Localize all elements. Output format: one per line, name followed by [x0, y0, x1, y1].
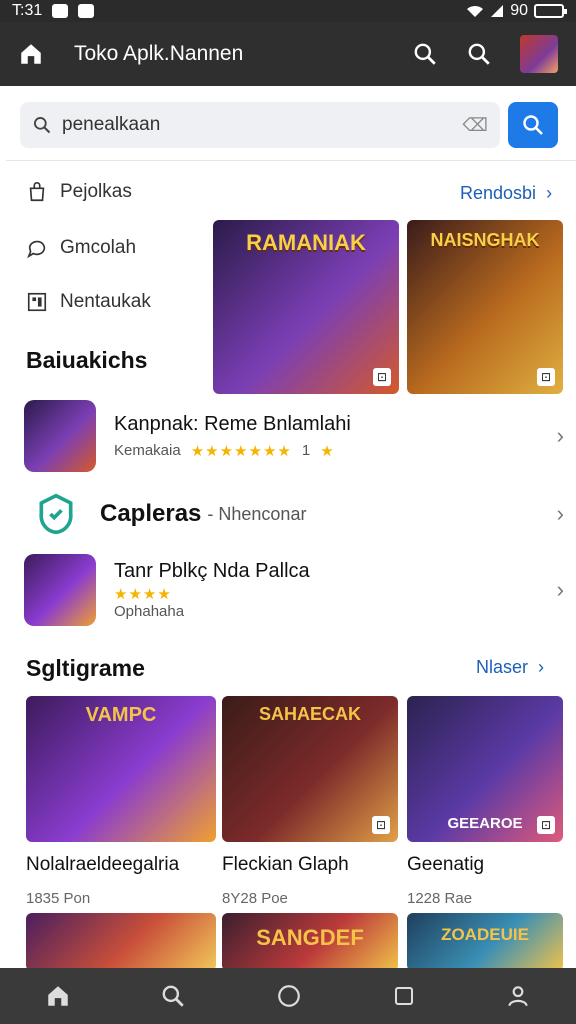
battery-percent: 90	[510, 2, 528, 19]
link-label: Nlaser	[476, 657, 529, 677]
search-row: penealkaan ⌫	[20, 102, 558, 150]
app-icon	[24, 400, 96, 472]
chevron-right-icon: ›	[556, 577, 564, 602]
category-item[interactable]: Gmcolah	[26, 237, 136, 259]
chevron-right-icon: ›	[538, 657, 545, 677]
app-icon	[24, 554, 96, 626]
bag-icon	[29, 182, 45, 202]
profile-icon[interactable]	[505, 983, 531, 1009]
game-art[interactable]	[26, 913, 216, 971]
bottom-nav	[0, 968, 576, 1024]
search-input[interactable]: penealkaan ⌫	[20, 102, 500, 148]
featured-tile[interactable]: RAMANIAK ⊡	[213, 220, 399, 394]
game-art: GEEAROE ⊡	[407, 696, 563, 842]
status-time: T:31	[12, 2, 43, 19]
app-name: Capleras	[100, 500, 202, 527]
game-name: Fleckian Glaph	[222, 854, 349, 875]
art-title: SANGDEF	[256, 925, 364, 950]
category-label: Nentaukak	[60, 291, 151, 312]
app-subtitle: Kemakaia	[114, 442, 181, 459]
list-item[interactable]: Capleras - Nhenconar ›	[24, 479, 564, 549]
list-item[interactable]: Tanr Pblkç Nda Pallca ★★★★ Ophahaha ›	[24, 554, 564, 626]
game-art: SAHAECAK ⊡	[222, 696, 398, 842]
art-title: ZOADEUIE	[441, 925, 529, 944]
art-title: SAHAECAK	[258, 704, 361, 724]
recommendations-link[interactable]: Rendosbi ›	[460, 183, 552, 204]
circle-icon[interactable]	[276, 983, 302, 1009]
home-icon[interactable]	[18, 41, 44, 67]
game-meta: 8Y28 Poe	[222, 890, 288, 907]
grid-icon	[27, 292, 47, 312]
game-card[interactable]: GEEAROE ⊡ Geenatig 1228 Rae	[407, 696, 563, 907]
app-title: Toko Aplk.Nannen	[74, 42, 244, 65]
notification-icon	[52, 4, 69, 18]
featured-tile[interactable]: NAISNGHAK ⊡	[407, 220, 563, 394]
search-icon-2[interactable]	[466, 41, 492, 67]
app-subtitle: - Nhenconar	[207, 503, 307, 524]
category-item[interactable]: Nentaukak	[26, 291, 151, 313]
game-name: Geenatig	[407, 854, 485, 875]
link-label: Rendosbi	[460, 183, 537, 203]
bookmark-icon[interactable]: ⊡	[372, 816, 390, 834]
rating-count: 1	[301, 442, 311, 459]
clear-icon[interactable]: ⌫	[463, 115, 488, 136]
tile-title: NAISNGHAK	[430, 230, 540, 250]
home-icon[interactable]	[45, 983, 71, 1009]
signal-icon	[491, 5, 504, 17]
game-meta: 1228 Rae	[407, 890, 473, 907]
rating-star-tail: ★	[320, 442, 335, 460]
art-title: VAMPC	[85, 704, 157, 726]
chevron-right-icon: ›	[556, 501, 564, 526]
app-subtitle: Ophahaha	[114, 603, 185, 620]
wifi-icon	[467, 5, 484, 17]
category-label: Gmcolah	[60, 237, 137, 258]
section-heading: Sgltigrame	[26, 655, 145, 681]
square-icon[interactable]	[392, 984, 416, 1008]
tile-title: RAMANIAK	[246, 230, 366, 255]
search-icon[interactable]	[412, 41, 438, 67]
search-value: penealkaan	[62, 114, 161, 135]
game-art[interactable]: SANGDEF	[222, 913, 398, 971]
game-card[interactable]: SAHAECAK ⊡ Fleckian Glaph 8Y28 Poe	[222, 696, 398, 907]
chevron-right-icon: ›	[556, 423, 564, 448]
app-name: Tanr Pblkç Nda Pallca	[114, 560, 310, 582]
avatar[interactable]	[520, 35, 558, 73]
bookmark-icon[interactable]: ⊡	[373, 368, 391, 386]
see-more-link[interactable]: Nlaser ›	[476, 657, 544, 678]
search-icon	[523, 115, 543, 135]
search-button[interactable]	[508, 102, 558, 148]
bookmark-icon[interactable]: ⊡	[537, 368, 555, 386]
chevron-right-icon: ›	[546, 183, 553, 203]
game-name: Nolalraeldeegalria	[26, 854, 180, 875]
game-art: VAMPC	[26, 696, 216, 842]
game-card[interactable]: VAMPC Nolalraeldeegalria 1835 Pon	[26, 696, 216, 907]
search-icon	[34, 117, 51, 134]
app-name: Kanpnak: Reme Bnlamlahi	[114, 412, 351, 435]
shield-icon	[34, 492, 78, 536]
rating-stars: ★★★★	[114, 586, 172, 603]
game-art[interactable]: ZOADEUIE	[407, 913, 563, 971]
chat-icon	[27, 240, 46, 259]
app-bar: Toko Aplk.Nannen	[0, 22, 576, 86]
rating-stars: ★★★★★★★	[190, 442, 292, 460]
section-heading: Baiuakichs	[26, 347, 148, 373]
category-item[interactable]: Pejolkas	[26, 181, 132, 203]
list-item[interactable]: Kanpnak: Reme Bnlamlahi Kemakaia ★★★★★★★…	[24, 400, 564, 472]
bookmark-icon[interactable]: ⊡	[537, 816, 555, 834]
game-meta: 1835 Pon	[26, 890, 91, 907]
main-panel: Pejolkas Rendosbi › Gmcolah Nentaukak Ba…	[6, 160, 576, 971]
battery-icon	[534, 4, 567, 18]
notification-icon-2	[78, 4, 95, 18]
status-bar: T:31 90	[0, 0, 576, 22]
category-label: Pejolkas	[60, 181, 132, 202]
search-icon[interactable]	[160, 983, 186, 1009]
